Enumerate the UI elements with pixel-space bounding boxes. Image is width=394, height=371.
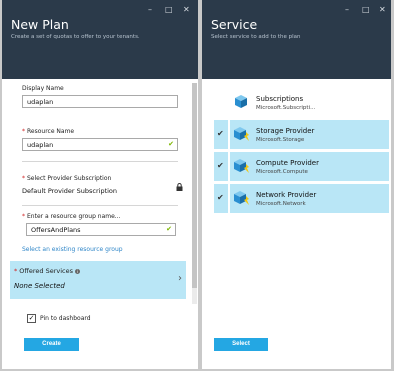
new-plan-footer: ✓ Pin to dashboard Create — [2, 304, 198, 369]
resource-name-field[interactable]: udaplan ✔ — [22, 138, 178, 151]
service-name: Compute Provider — [256, 159, 319, 167]
display-name-field[interactable]: udaplan — [22, 95, 178, 108]
blade-title: Service — [211, 17, 258, 32]
required-marker: * — [22, 175, 25, 182]
portal-screen: New Plan Create a set of quotas to offer… — [0, 0, 394, 371]
service-footer: Select — [202, 304, 391, 369]
required-marker: * — [22, 213, 25, 220]
offered-services-label: * Offered Services i — [14, 267, 80, 275]
service-item-storage[interactable]: ✔ Storage Provider Microsoft.Storage — [214, 120, 389, 149]
display-name-label: Display Name — [22, 85, 64, 92]
divider — [228, 152, 230, 181]
pin-label: Pin to dashboard — [40, 315, 91, 322]
divider — [228, 184, 230, 213]
pin-checkbox[interactable]: ✓ — [27, 314, 36, 323]
required-marker: * — [14, 267, 18, 275]
subscription-value: Default Provider Subscription — [22, 187, 118, 195]
chevron-right-icon: › — [178, 273, 182, 284]
service-namespace: Microsoft.Network — [256, 201, 306, 207]
maximize-button[interactable]: □ — [362, 5, 370, 15]
create-button[interactable]: Create — [24, 338, 79, 351]
service-namespace: Microsoft.Storage — [256, 137, 305, 143]
scrollbar[interactable] — [192, 83, 197, 323]
valid-check-icon: ✔ — [166, 225, 172, 233]
close-button[interactable]: ✕ — [183, 5, 190, 15]
valid-check-icon: ✔ — [168, 140, 174, 148]
resource-group-label: * Enter a resource group name... — [22, 213, 121, 220]
service-item-subscriptions[interactable]: Subscriptions Microsoft.Subscripti... — [214, 88, 389, 117]
service-name: Network Provider — [256, 191, 317, 199]
blade-title: New Plan — [11, 17, 69, 32]
required-marker: * — [22, 128, 25, 135]
blade-subtitle: Select service to add to the plan — [211, 34, 301, 40]
service-cube-icon — [234, 191, 249, 205]
service-cube-icon — [234, 127, 249, 141]
display-name-value: udaplan — [27, 98, 54, 106]
checkmark-icon: ✔ — [217, 193, 224, 202]
new-plan-header: New Plan Create a set of quotas to offer… — [2, 0, 198, 79]
service-item-network[interactable]: ✔ Network Provider Microsoft.Network — [214, 184, 389, 213]
service-header: Service Select service to add to the pla… — [202, 0, 391, 79]
resource-name-label: * Resource Name — [22, 128, 75, 135]
existing-resource-group-link[interactable]: Select an existing resource group — [22, 246, 123, 253]
service-blade: Service Select service to add to the pla… — [202, 0, 391, 369]
blade-subtitle: Create a set of quotas to offer to your … — [11, 34, 140, 40]
divider — [228, 120, 230, 149]
divider — [22, 205, 178, 206]
service-item-compute[interactable]: ✔ Compute Provider Microsoft.Compute — [214, 152, 389, 181]
resource-group-value: OffersAndPlans — [31, 226, 81, 234]
lock-icon — [176, 183, 183, 191]
service-name: Storage Provider — [256, 127, 315, 135]
checkmark-icon: ✔ — [217, 161, 224, 170]
service-namespace: Microsoft.Subscripti... — [256, 105, 316, 111]
minimize-button[interactable]: – — [345, 5, 349, 15]
minimize-button[interactable]: – — [148, 5, 152, 15]
maximize-button[interactable]: □ — [165, 5, 173, 15]
offered-services-value: None Selected — [14, 282, 65, 290]
offered-services-selector[interactable]: * Offered Services i None Selected › — [10, 261, 186, 299]
plan-form: Display Name udaplan * Resource Name udap… — [10, 79, 190, 327]
checkmark-icon: ✔ — [217, 129, 224, 138]
resource-group-field[interactable]: OffersAndPlans ✔ — [26, 223, 176, 236]
service-name: Subscriptions — [256, 95, 304, 103]
service-cube-icon — [234, 159, 249, 173]
new-plan-blade: New Plan Create a set of quotas to offer… — [2, 0, 198, 369]
service-cube-icon — [235, 95, 247, 108]
resource-name-value: udaplan — [27, 141, 54, 149]
subscription-label: * Select Provider Subscription — [22, 175, 112, 182]
scrollbar-thumb[interactable] — [192, 83, 197, 288]
divider — [22, 161, 178, 162]
close-button[interactable]: ✕ — [379, 5, 386, 15]
service-namespace: Microsoft.Compute — [256, 169, 308, 175]
select-button[interactable]: Select — [214, 338, 268, 351]
info-icon: i — [74, 268, 80, 274]
